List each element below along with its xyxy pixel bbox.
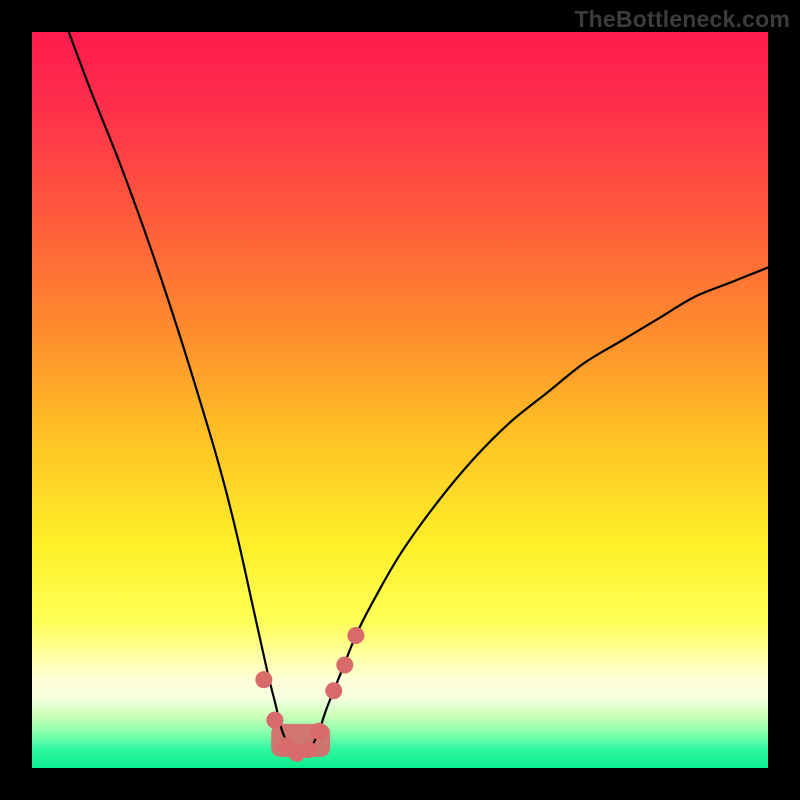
bottleneck-curve [69, 32, 768, 754]
curve-marker [300, 741, 317, 758]
curve-layer [32, 32, 768, 768]
plot-area [32, 32, 768, 768]
curve-marker [347, 627, 364, 644]
curve-marker [325, 682, 342, 699]
curve-marker [255, 671, 272, 688]
outer-frame: TheBottleneck.com [0, 0, 800, 800]
curve-marker [311, 723, 328, 740]
watermark-label: TheBottleneck.com [574, 6, 790, 33]
curve-marker [336, 656, 353, 673]
curve-marker [266, 712, 283, 729]
